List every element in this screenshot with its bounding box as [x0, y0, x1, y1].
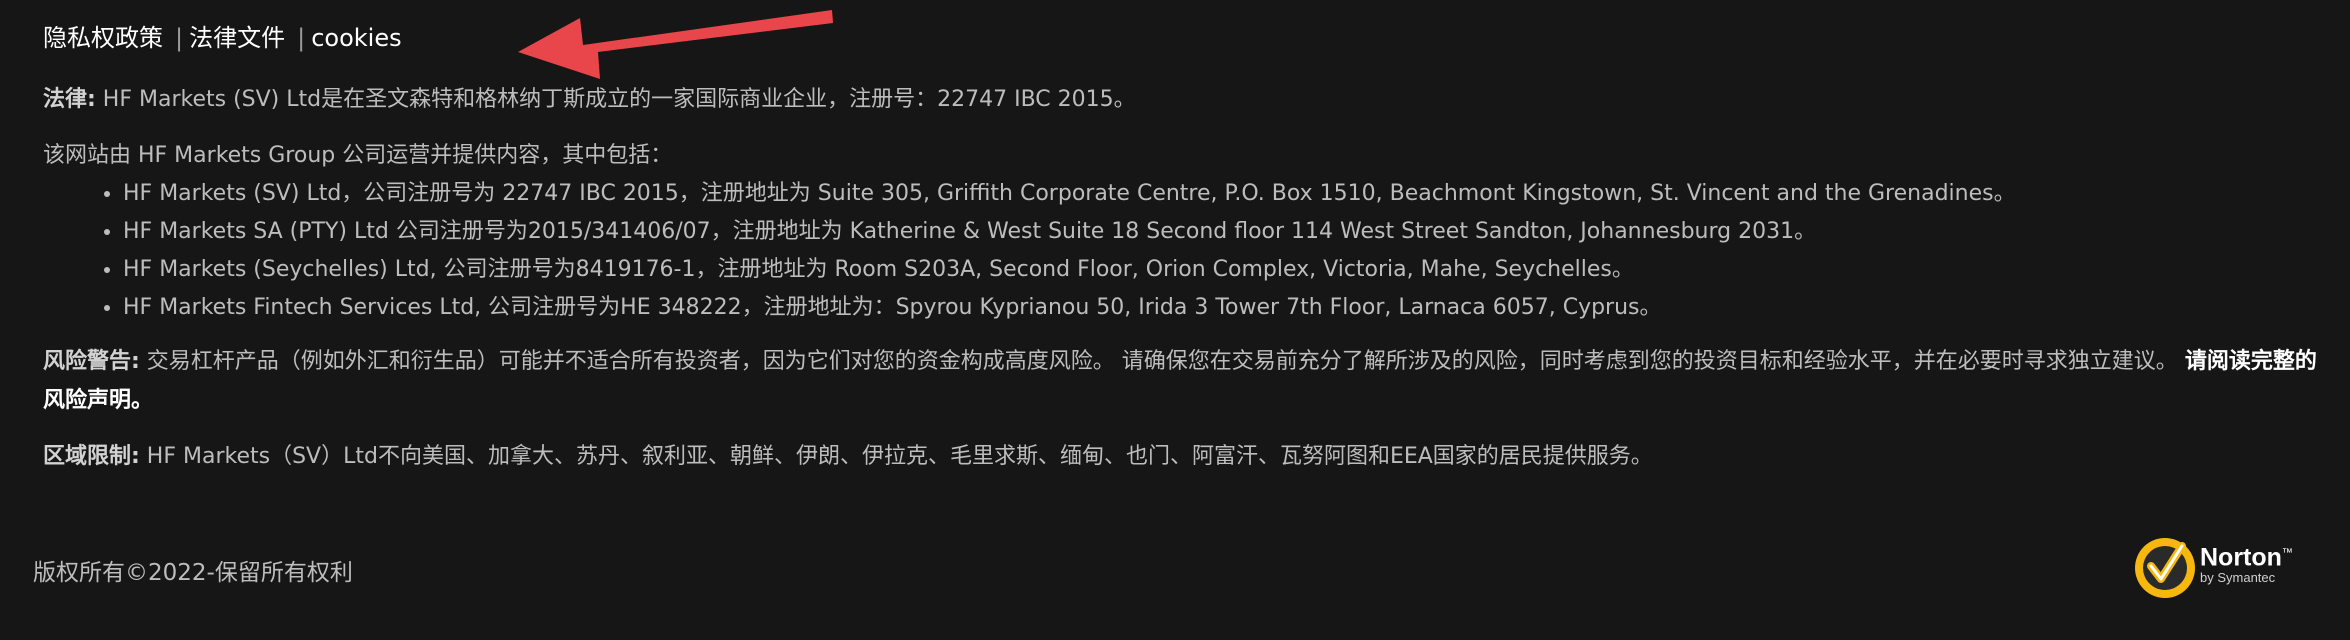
cookies-link[interactable]: cookies [311, 24, 401, 52]
entity-list: HF Markets (SV) Ltd，公司注册号为 22747 IBC 201… [43, 175, 2333, 327]
norton-badge[interactable]: Norton™ by Symantec [2132, 522, 2322, 602]
list-item: HF Markets Fintech Services Ltd, 公司注册号为H… [123, 289, 2333, 327]
legal-paragraph: 法律: HF Markets (SV) Ltd是在圣文森特和格林纳丁斯成立的一家… [43, 80, 2333, 119]
legal-disclosure: 法律: HF Markets (SV) Ltd是在圣文森特和格林纳丁斯成立的一家… [43, 80, 2333, 476]
risk-warning-paragraph: 风险警告: 交易杠杆产品（例如外汇和衍生品）可能并不适合所有投资者，因为它们对您… [43, 342, 2333, 420]
legal-documents-link[interactable]: 法律文件 [189, 24, 285, 52]
risk-warning-text: 交易杠杆产品（例如外汇和衍生品）可能并不适合所有投资者，因为它们对您的资金构成高… [139, 349, 2185, 374]
link-separator: | [175, 24, 184, 52]
copyright-text: 版权所有©2022-保留所有权利 [33, 560, 353, 586]
regional-restrictions-label: 区域限制: [43, 444, 140, 469]
trademark-symbol: ™ [2281, 547, 2293, 559]
norton-wordmark: Norton™ by Symantec [2200, 540, 2293, 586]
norton-subtitle: by Symantec [2200, 570, 2276, 586]
legal-text: HF Markets (SV) Ltd是在圣文森特和格林纳丁斯成立的一家国际商业… [95, 87, 1136, 112]
list-item: HF Markets (Seychelles) Ltd, 公司注册号为84191… [123, 251, 2333, 289]
link-separator: | [297, 24, 306, 52]
intro-paragraph: 该网站由 HF Markets Group 公司运营并提供内容，其中包括： [43, 143, 673, 168]
list-item: HF Markets (SV) Ltd，公司注册号为 22747 IBC 201… [123, 175, 2333, 213]
privacy-policy-link[interactable]: 隐私权政策 [43, 24, 163, 52]
norton-check-icon [2135, 538, 2195, 598]
norton-name: Norton™ [2200, 543, 2293, 572]
regional-restrictions-paragraph: 区域限制: HF Markets（SV）Ltd不向美国、加拿大、苏丹、叙利亚、朝… [43, 437, 2333, 476]
list-item: HF Markets SA (PTY) Ltd 公司注册号为2015/34140… [123, 213, 2333, 251]
regional-restrictions-text: HF Markets（SV）Ltd不向美国、加拿大、苏丹、叙利亚、朝鲜、伊朗、伊… [139, 444, 1653, 469]
legal-label: 法律: [43, 87, 96, 112]
footer-links: 隐私权政策 | 法律文件 | cookies [43, 22, 402, 54]
risk-warning-label: 风险警告: [43, 349, 140, 374]
